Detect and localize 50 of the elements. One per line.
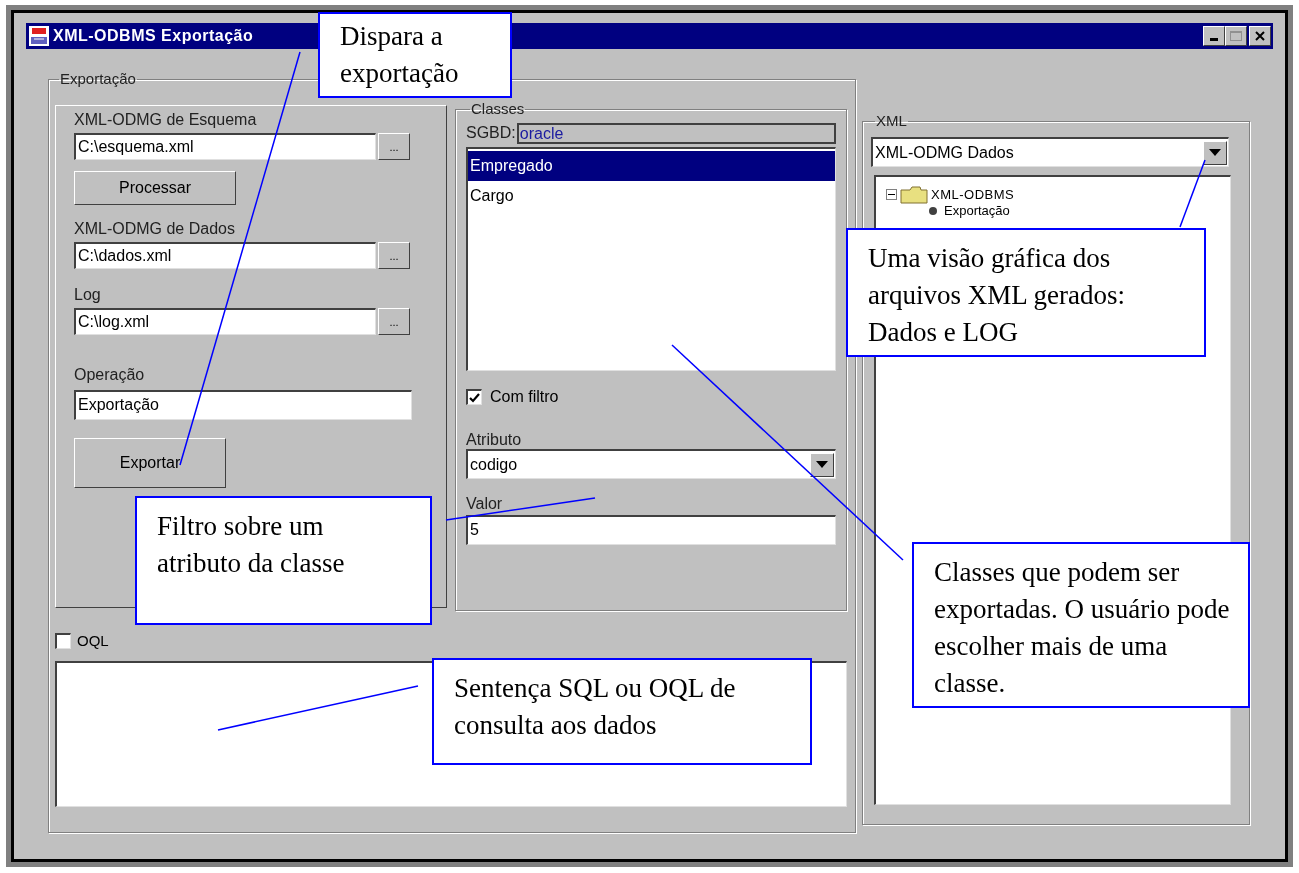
checkbox[interactable]: [466, 389, 482, 405]
window-title: XML-ODBMS Exportação: [53, 26, 254, 46]
path-field[interactable]: C:\dados.xml: [74, 242, 376, 269]
app-icon: [28, 25, 50, 47]
list-item[interactable]: Empregado: [468, 151, 835, 181]
annotation-tooltip: Dispara a exportação: [318, 12, 512, 98]
operation-field[interactable]: Exportação: [74, 390, 412, 420]
sgbd-field: oracle: [516, 122, 836, 144]
check-icon: [469, 392, 480, 403]
dropdown[interactable]: codigo: [466, 449, 836, 479]
path-field[interactable]: C:\log.xml: [74, 308, 376, 335]
value-field[interactable]: 5: [466, 515, 836, 545]
caret-icon: [1209, 149, 1221, 156]
tree-node[interactable]: XML-ODBMS: [931, 185, 1015, 205]
process-button[interactable]: Processar: [74, 171, 236, 205]
tree-node[interactable]: Exportação: [944, 202, 1010, 219]
dropdown[interactable]: XML-ODMG Dados: [871, 137, 1229, 167]
list-item[interactable]: Cargo: [468, 181, 835, 211]
browse-button[interactable]: ...: [378, 133, 410, 160]
field-label: XML-ODMG de Dados: [74, 219, 236, 239]
field-label: Log: [74, 285, 102, 305]
browse-button[interactable]: ...: [378, 242, 410, 269]
group-title: XML: [875, 113, 908, 129]
close-button[interactable]: [1249, 26, 1271, 46]
maximize-button[interactable]: [1225, 26, 1247, 46]
leaf-dot-icon: [928, 205, 938, 216]
class-list[interactable]: Empregado Cargo: [466, 147, 836, 371]
export-button[interactable]: Exportar: [74, 438, 226, 488]
close-icon: [1255, 31, 1265, 41]
caret-icon: [816, 461, 828, 468]
annotation-tooltip: Filtro sobre um atributo da classe: [135, 496, 432, 625]
annotation-tooltip: Uma visão gráfica dos arquivos XML gerados: Dados e LOG: [846, 228, 1206, 357]
annotation-tooltip: Sentença SQL ou OQL de consulta aos dados: [432, 658, 812, 765]
path-field[interactable]: C:\esquema.xml: [74, 133, 376, 160]
browse-button[interactable]: ...: [378, 308, 410, 335]
group-title: Exportação: [59, 71, 137, 87]
folder-icon: [900, 185, 928, 204]
minimize-button[interactable]: [1203, 26, 1225, 46]
field-label: XML-ODMG de Esquema: [74, 110, 258, 130]
sgbd-label: SGBD:: [466, 123, 516, 143]
field-label: Valor: [466, 495, 503, 513]
leader-line: [1179, 159, 1206, 228]
collapse-toggle[interactable]: [886, 189, 897, 201]
checkbox[interactable]: [55, 633, 71, 650]
checkbox-label: OQL: [77, 631, 109, 651]
group-title: Classes: [470, 101, 526, 117]
checkbox-label: Com filtro: [490, 387, 559, 407]
annotation-tooltip: Classes que podem ser exportadas. O usuário pode escolher mais de uma classe.: [912, 542, 1250, 708]
field-label: Operação: [74, 365, 146, 385]
field-label: Atributo: [466, 431, 523, 449]
